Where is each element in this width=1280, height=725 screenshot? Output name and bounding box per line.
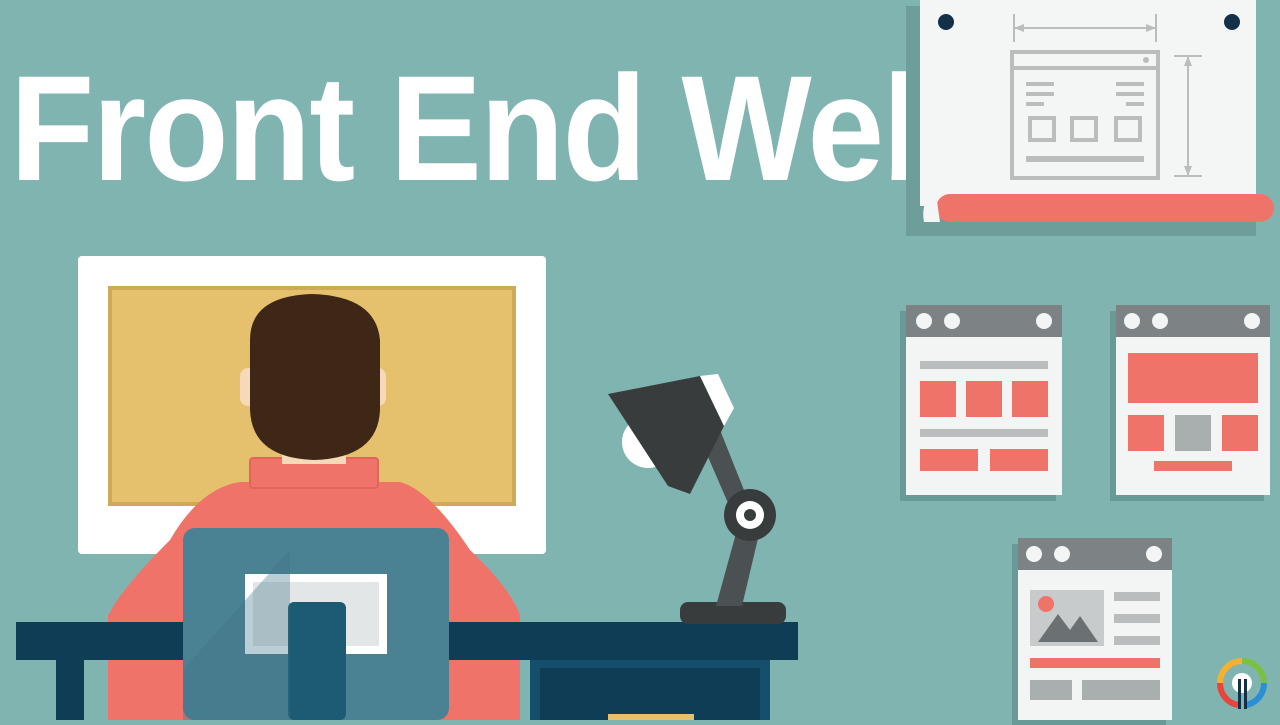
desk-scene (0, 250, 830, 720)
page-title: Front End Web (10, 44, 967, 212)
blueprint-sheet (906, 0, 1276, 236)
channel-logo-icon (1216, 655, 1268, 715)
wireframe-window-grid (906, 305, 1062, 495)
image-placeholder-icon (1030, 590, 1104, 646)
wireframe-window-gallery (1018, 538, 1172, 720)
desk-lamp-icon (608, 374, 786, 624)
wireframe-window-hero (1116, 305, 1270, 495)
